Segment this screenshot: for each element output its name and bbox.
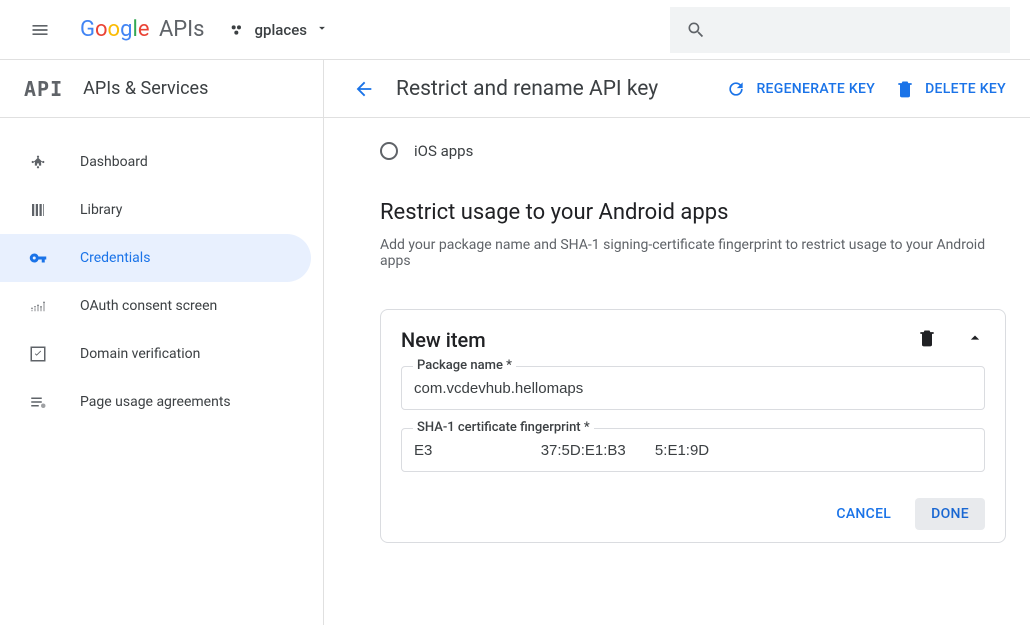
cancel-button[interactable]: CANCEL — [820, 498, 907, 530]
library-icon — [28, 200, 48, 220]
chevron-up-icon — [965, 328, 985, 348]
sidebar-item-domain[interactable]: Domain verification — [0, 330, 323, 378]
google-apis-logo: Google APIs — [80, 17, 205, 42]
trash-icon — [895, 79, 915, 99]
dashboard-icon — [28, 152, 48, 172]
sidebar-title: APIs & Services — [83, 78, 208, 99]
done-button[interactable]: DONE — [915, 498, 985, 530]
page-title: Restrict and rename API key — [396, 77, 658, 101]
package-name-label: Package name * — [413, 358, 516, 373]
sidebar-label: Dashboard — [80, 154, 148, 170]
section-title: Restrict usage to your Android apps — [380, 200, 1006, 225]
card-title: New item — [401, 328, 486, 352]
refresh-icon — [726, 79, 746, 99]
sha1-label: SHA-1 certificate fingerprint * — [413, 420, 594, 435]
section-description: Add your package name and SHA-1 signing-… — [380, 237, 1006, 269]
delete-key-button[interactable]: DELETE KEY — [895, 79, 1006, 99]
regenerate-key-button[interactable]: REGENERATE KEY — [726, 79, 875, 99]
new-item-card: New item Package name * SHA-1 — [380, 309, 1006, 543]
sidebar-label: Page usage agreements — [80, 394, 231, 410]
oauth-icon — [28, 296, 48, 316]
radio-option-ios[interactable]: iOS apps — [380, 130, 1006, 160]
trash-icon — [917, 328, 937, 348]
delete-item-button[interactable] — [917, 328, 937, 352]
verified-icon — [28, 344, 48, 364]
arrow-left-icon — [353, 78, 375, 100]
collapse-button[interactable] — [965, 328, 985, 352]
sidebar-label: Library — [80, 202, 122, 218]
search-icon — [686, 20, 706, 40]
api-logo-icon: API — [24, 77, 63, 101]
project-dots-icon — [229, 22, 245, 38]
project-name: gplaces — [255, 21, 307, 39]
dropdown-caret-icon — [315, 20, 329, 39]
radio-unchecked-icon — [380, 142, 398, 160]
back-button[interactable] — [348, 73, 380, 105]
sidebar-label: Credentials — [80, 250, 150, 266]
sidebar-item-dashboard[interactable]: Dashboard — [0, 138, 323, 186]
sidebar-label: Domain verification — [80, 346, 200, 362]
settings-list-icon — [28, 392, 48, 412]
sidebar-label: OAuth consent screen — [80, 298, 217, 314]
sidebar: API APIs & Services Dashboard Library Cr… — [0, 60, 324, 625]
project-switcher[interactable]: gplaces — [229, 20, 329, 39]
hamburger-menu[interactable] — [20, 10, 60, 50]
sidebar-item-agreements[interactable]: Page usage agreements — [0, 378, 323, 426]
key-icon — [28, 248, 48, 268]
sidebar-item-credentials[interactable]: Credentials — [0, 234, 311, 282]
sidebar-item-library[interactable]: Library — [0, 186, 323, 234]
radio-label: iOS apps — [414, 142, 473, 160]
search-bar[interactable] — [670, 7, 1010, 53]
sidebar-item-oauth[interactable]: OAuth consent screen — [0, 282, 323, 330]
